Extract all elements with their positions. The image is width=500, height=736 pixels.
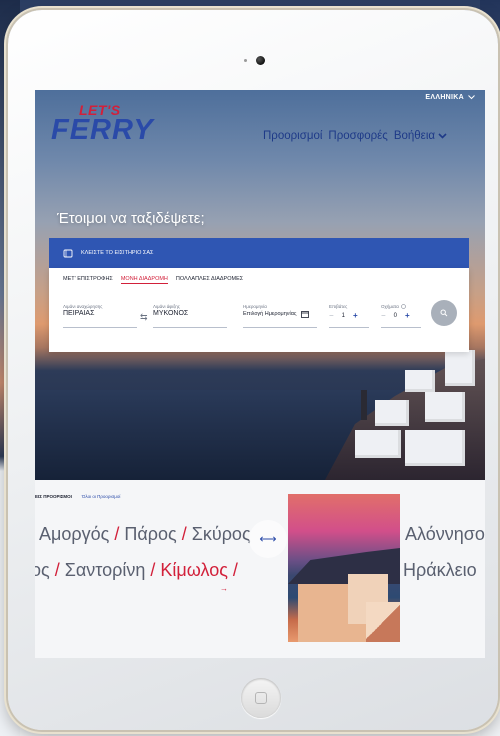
- chevron-down-icon: [438, 133, 447, 139]
- date-label: Ημερομηνία: [243, 304, 267, 309]
- front-camera: [256, 56, 265, 65]
- tab-round-trip[interactable]: ΜΕΤ' ΕΠΙΣΤΡΟΦΗΣ: [63, 276, 113, 284]
- date-value: Επιλογή Ημερομηνίας: [243, 311, 297, 317]
- trip-type-tabs: ΜΕΤ' ΕΠΙΣΤΡΟΦΗΣ ΜΟΝΗ ΔΙΑΔΡΟΜΗ ΠΟΛΛΑΠΛΕΣ …: [63, 276, 243, 284]
- vehicles-label: Οχήματα: [381, 304, 399, 309]
- hero-section: ΕΛΛΗΝΙΚΑ LET'S FERRY Προορισμοί Προσφορέ…: [35, 90, 485, 480]
- home-button[interactable]: [241, 678, 281, 718]
- info-icon[interactable]: [401, 304, 406, 309]
- destination-alonnisos[interactable]: Αλόννησος: [405, 524, 485, 545]
- arrival-port-label: Λιμάνι άφιξης: [153, 304, 180, 309]
- destination-paros[interactable]: Πάρος: [124, 524, 176, 544]
- destination-skyros[interactable]: Σκύρος: [192, 524, 251, 544]
- passengers-field: Επιβάτες − 1 +: [329, 304, 369, 328]
- booking-form: ΜΕΤ' ΕΠΙΣΤΡΟΦΗΣ ΜΟΝΗ ΔΙΑΔΡΟΜΗ ΠΟΛΛΑΠΛΕΣ …: [49, 268, 469, 352]
- arrival-port-value: ΜΥΚΟΝΟΣ: [153, 310, 189, 317]
- destinations-row-2: ος / Σαντορίνη / Κίμωλος /: [35, 560, 238, 581]
- departure-port-label: Λιμάνι αναχώρησης: [63, 304, 103, 309]
- destinations-header: ΕΙΣ ΠΡΟΟΡΙΣΜΟΙ Όλοι οι Προορισμοί: [35, 494, 120, 499]
- home-button-icon: [255, 692, 267, 704]
- front-sensor: [244, 59, 247, 62]
- destination-partial[interactable]: ος: [35, 560, 50, 580]
- vehicles-plus-button[interactable]: +: [405, 311, 410, 320]
- tab-multi-trip[interactable]: ΠΟΛΛΑΠΛΕΣ ΔΙΑΔΡΟΜΕΣ: [176, 276, 243, 284]
- booking-header-label: ΚΛΕΙΣΤΕ ΤΟ ΕΙΣΙΤΗΡΙΟ ΣΑΣ: [81, 250, 154, 256]
- main-nav: Προορισμοί Προσφορές Βοήθεια: [263, 130, 447, 142]
- vehicles-stepper: − 0 +: [381, 311, 421, 320]
- passengers-plus-button[interactable]: +: [353, 311, 358, 320]
- passengers-minus-button[interactable]: −: [329, 311, 334, 320]
- destinations-title: ΕΙΣ ΠΡΟΟΡΙΣΜΟΙ: [35, 494, 72, 499]
- vehicles-field: Οχήματα − 0 +: [381, 304, 421, 328]
- arrow-right-icon: →: [220, 584, 228, 593]
- nav-help[interactable]: Βοήθεια: [394, 130, 447, 142]
- passengers-count: 1: [341, 312, 346, 319]
- booking-header: ΚΛΕΙΣΤΕ ΤΟ ΕΙΣΙΤΗΡΙΟ ΣΑΣ: [49, 238, 469, 268]
- passengers-label: Επιβάτες: [329, 304, 348, 309]
- departure-port-value: ΠΕΙΡΑΙΑΣ: [63, 310, 95, 317]
- search-icon: [440, 309, 448, 317]
- nav-offers[interactable]: Προσφορές: [328, 130, 387, 142]
- all-destinations-link[interactable]: Όλοι οι Προορισμοί: [82, 494, 120, 499]
- tab-one-way[interactable]: ΜΟΝΗ ΔΙΑΔΡΟΜΗ: [120, 276, 168, 284]
- chevron-down-icon: [468, 95, 475, 100]
- drag-arrows-icon[interactable]: ⟷: [249, 520, 287, 558]
- language-label: ΕΛΛΗΝΙΚΑ: [425, 94, 464, 101]
- tablet-frame: ΕΛΛΗΝΙΚΑ LET'S FERRY Προορισμοί Προσφορέ…: [8, 10, 498, 730]
- white-houses: [335, 330, 485, 480]
- lets-ferry-logo[interactable]: LET'S FERRY: [51, 102, 181, 148]
- nav-help-label: Βοήθεια: [393, 130, 436, 142]
- vehicles-count: 0: [393, 312, 398, 319]
- passengers-stepper: − 1 +: [329, 311, 369, 320]
- destination-kimolos[interactable]: Κίμωλος: [160, 560, 228, 580]
- logo-main-text: FERRY: [51, 114, 154, 146]
- vehicles-minus-button[interactable]: −: [381, 311, 386, 320]
- destination-amorgos[interactable]: Αμοργός: [39, 524, 109, 544]
- ticket-icon: [63, 249, 73, 257]
- destination-photo: [288, 494, 400, 642]
- calendar-icon: [300, 311, 309, 318]
- date-field[interactable]: Ημερομηνία Επιλογή Ημερομηνίας: [243, 304, 317, 328]
- destination-irakleio[interactable]: Ηράκλειο: [403, 560, 477, 581]
- tablet-screen: ΕΛΛΗΝΙΚΑ LET'S FERRY Προορισμοί Προσφορέ…: [35, 90, 485, 658]
- departure-port-field[interactable]: Λιμάνι αναχώρησης ΠΕΙΡΑΙΑΣ: [63, 304, 137, 328]
- search-button[interactable]: [431, 300, 457, 326]
- arrival-port-field[interactable]: Λιμάνι άφιξης ΜΥΚΟΝΟΣ: [153, 304, 227, 328]
- language-switcher[interactable]: ΕΛΛΗΝΙΚΑ: [425, 94, 475, 101]
- destinations-row-1: Αμοργός / Πάρος / Σκύρος: [39, 524, 251, 544]
- swap-arrows-icon[interactable]: ⇆: [140, 312, 148, 323]
- nav-destinations[interactable]: Προορισμοί: [263, 130, 322, 142]
- hero-title: Έτοιμοι να ταξιδέψετε;: [57, 210, 205, 227]
- destination-santorini[interactable]: Σαντορίνη: [65, 560, 146, 580]
